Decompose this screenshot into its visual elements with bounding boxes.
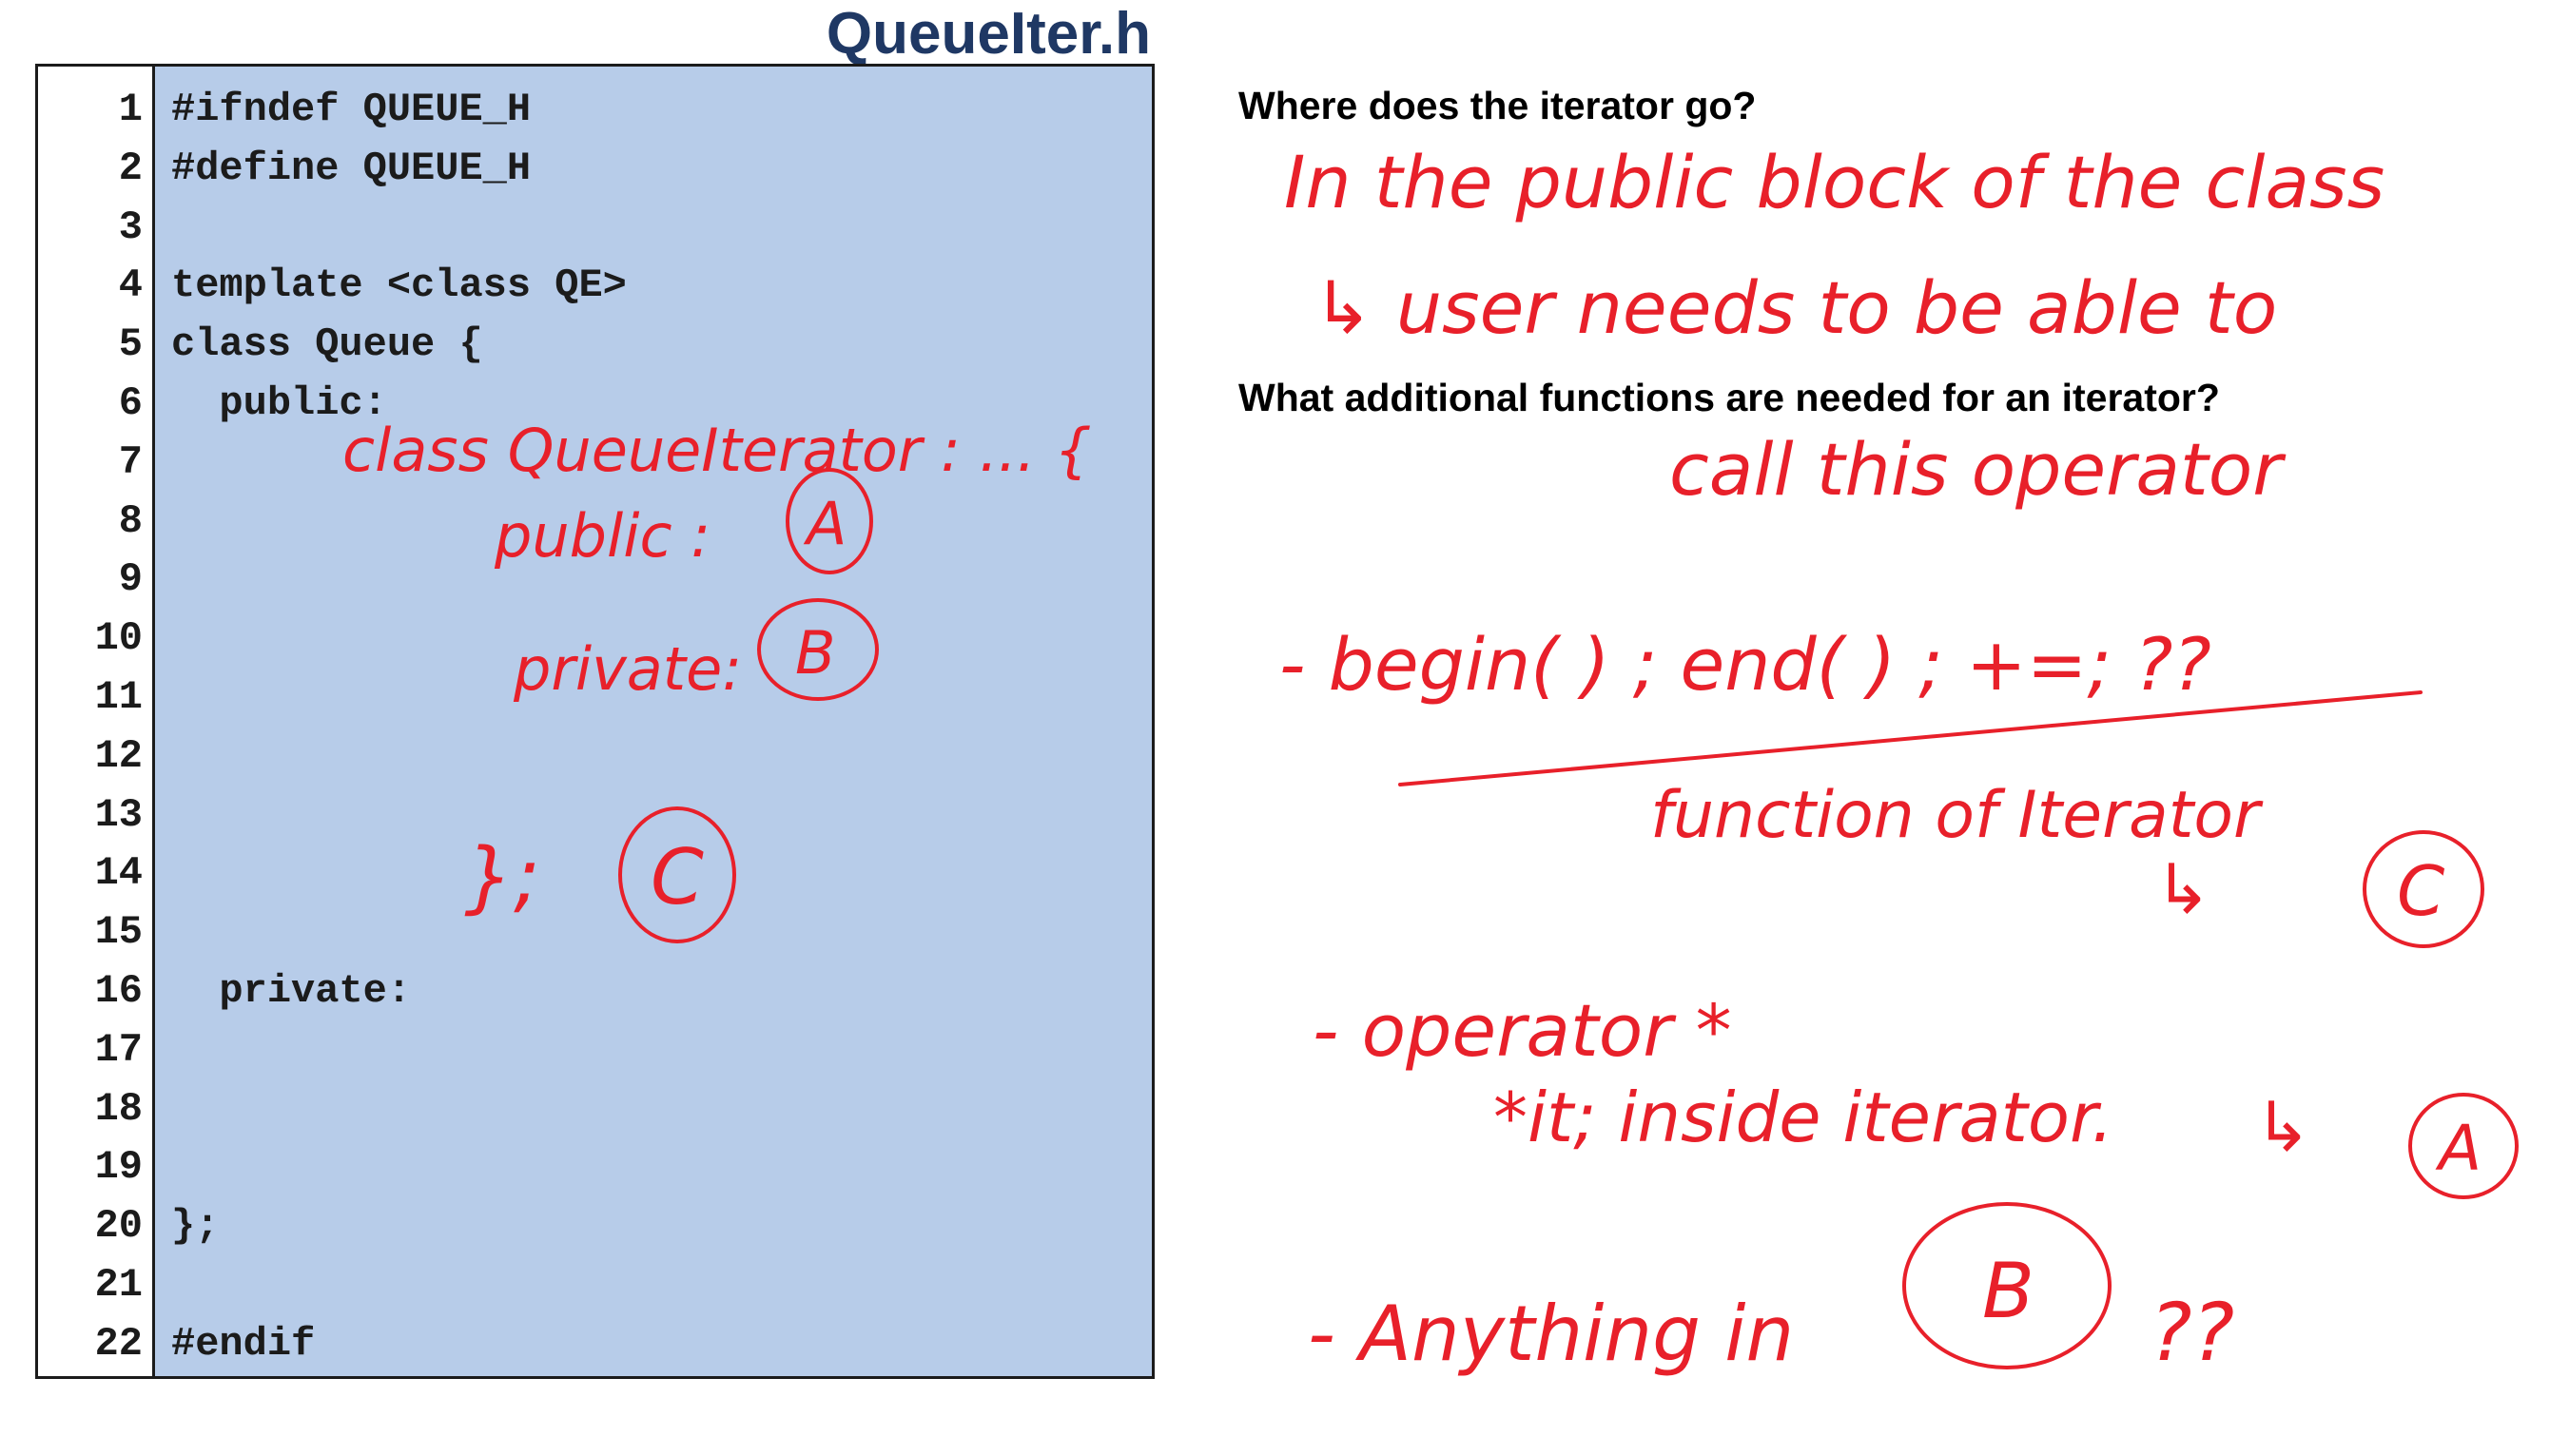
code-line: 17 <box>38 1021 1152 1080</box>
line-number: 10 <box>94 615 143 662</box>
code-text: }; <box>171 1203 220 1250</box>
code-line: 4 template <class QE> <box>38 257 1152 316</box>
code-line: 1 #ifndef QUEUE_H <box>38 81 1152 140</box>
code-text: class Queue { <box>171 321 483 368</box>
ink-answer2-item3-prefix: - Anything in <box>1308 1290 1794 1378</box>
line-number: 12 <box>94 732 143 779</box>
code-line: 5 class Queue { <box>38 316 1152 375</box>
ink-answer2-item3-suffix: ?? <box>2150 1286 2234 1379</box>
line-number: 15 <box>94 909 143 956</box>
ink-answer2-item1: - begin( ) ; end( ) ; +=; ?? <box>1279 622 2211 707</box>
question-iterator-location: Where does the iterator go? <box>1238 84 1757 127</box>
ink-answer2-item2: - operator * <box>1313 988 1732 1073</box>
line-number: 17 <box>94 1026 143 1073</box>
ink-answer1-line3: call this operator <box>1669 427 2287 512</box>
code-line: 11 <box>38 669 1152 728</box>
code-text: #ifndef QUEUE_H <box>171 87 532 132</box>
ink-answer2-item2-arrow: ↳ <box>2254 1087 2311 1167</box>
line-number: 6 <box>118 379 143 426</box>
line-number: 13 <box>94 791 143 838</box>
ink-circle-c2 <box>2363 830 2484 948</box>
code-line: 3 <box>38 199 1152 258</box>
code-text: template <class QE> <box>171 262 627 309</box>
question-iterator-functions: What additional functions are needed for… <box>1238 376 2220 419</box>
code-line: 19 <box>38 1138 1152 1197</box>
line-number: 22 <box>94 1320 143 1367</box>
line-number: 5 <box>118 321 143 368</box>
code-line: 8 <box>38 493 1152 552</box>
line-number: 19 <box>94 1144 143 1191</box>
code-line: 10 <box>38 610 1152 669</box>
ink-circle-b2 <box>1902 1202 2112 1369</box>
line-number: 20 <box>94 1203 143 1250</box>
line-number: 14 <box>94 850 143 897</box>
line-number: 7 <box>118 438 143 485</box>
line-number: 16 <box>94 967 143 1014</box>
line-number: 1 <box>118 87 143 132</box>
code-line: 7 <box>38 434 1152 493</box>
line-number: 8 <box>118 497 143 544</box>
code-line: 2 #define QUEUE_H <box>38 140 1152 199</box>
code-line: 22 #endif <box>38 1315 1152 1374</box>
line-number: 9 <box>118 556 143 603</box>
code-line: 9 <box>38 551 1152 610</box>
ink-answer1-line2: ↳ user needs to be able to <box>1313 265 2277 350</box>
ink-answer2-item2-note: *it; inside iterator. <box>1493 1077 2113 1157</box>
code-line: 21 <box>38 1256 1152 1315</box>
ink-underline <box>1398 690 2423 786</box>
code-line: 15 <box>38 903 1152 962</box>
ink-answer2-item2-mark: A <box>2435 1112 2482 1185</box>
code-line: 16 private: <box>38 962 1152 1021</box>
line-number: 11 <box>94 673 143 720</box>
code-line: 13 <box>38 786 1152 845</box>
code-line: 20}; <box>38 1197 1152 1256</box>
ink-answer2-item3-mark: B <box>1982 1247 2034 1335</box>
ink-answer2-item1-mark: C <box>2397 851 2445 931</box>
line-number: 21 <box>94 1261 143 1308</box>
slide-title: QueueIter.h <box>826 1 1151 67</box>
ink-circle-a2 <box>2408 1093 2519 1199</box>
code-text: #define QUEUE_H <box>171 145 532 191</box>
ink-answer2-item1-note: function of Iterator <box>1650 778 2264 853</box>
code-line: 12 <box>38 728 1152 786</box>
code-line: 14 <box>38 844 1152 903</box>
line-number: 2 <box>118 145 143 191</box>
code-text: #endif <box>171 1320 316 1367</box>
code-listing: 1 #ifndef QUEUE_H 2 #define QUEUE_H 3 4 templa… <box>35 64 1155 1379</box>
line-number: 18 <box>94 1085 143 1132</box>
code-line: 6 public: <box>38 375 1152 434</box>
code-lines: 1 #ifndef QUEUE_H 2 #define QUEUE_H 3 4 templa… <box>38 81 1152 1374</box>
code-line: 18 <box>38 1080 1152 1139</box>
line-number: 3 <box>118 204 143 250</box>
line-number: 4 <box>118 262 143 309</box>
ink-answer2-item1-arrow: ↳ <box>2154 849 2211 929</box>
code-text: public: <box>171 379 387 426</box>
ink-answer1-line1: In the public block of the class <box>1284 140 2385 224</box>
code-text: private: <box>171 967 412 1014</box>
